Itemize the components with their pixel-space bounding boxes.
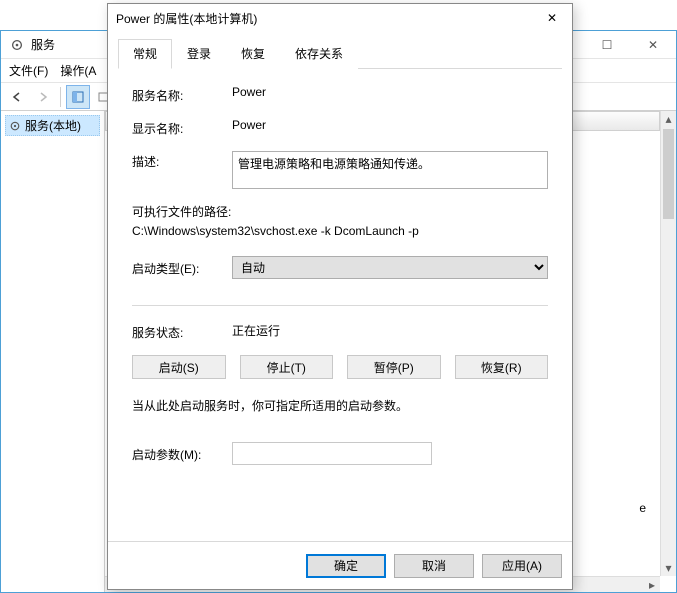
button-label: 停止(T) bbox=[267, 361, 306, 375]
tab-logon[interactable]: 登录 bbox=[172, 39, 226, 69]
window-title: 服务 bbox=[31, 36, 55, 53]
button-label: 确定 bbox=[334, 559, 358, 573]
button-label: 暂停(P) bbox=[374, 361, 414, 375]
tab-strip: 常规 登录 恢复 依存关系 bbox=[118, 38, 562, 69]
label-start-params: 启动参数(M): bbox=[132, 444, 232, 463]
label-exe-path: 可执行文件的路径: bbox=[132, 203, 548, 220]
button-label: 恢复(R) bbox=[481, 361, 522, 375]
tab-general[interactable]: 常规 bbox=[118, 39, 172, 69]
dialog-footer: 确定 取消 应用(A) bbox=[108, 541, 572, 589]
dialog-titlebar: Power 的属性(本地计算机) ✕ bbox=[108, 4, 572, 32]
resume-button: 恢复(R) bbox=[455, 355, 549, 379]
tab-label: 依存关系 bbox=[295, 47, 343, 61]
tab-label: 登录 bbox=[187, 47, 211, 61]
menu-file[interactable]: 文件(F) bbox=[9, 62, 48, 79]
vertical-scrollbar[interactable]: ▴ ▾ bbox=[660, 111, 676, 576]
pause-button: 暂停(P) bbox=[347, 355, 441, 379]
back-button[interactable] bbox=[5, 85, 29, 109]
label-description: 描述: bbox=[132, 151, 232, 170]
tab-label: 恢复 bbox=[241, 47, 265, 61]
tab-content: 服务名称: Power 显示名称: Power 描述: 管理电源策略和电源策略通… bbox=[108, 69, 572, 465]
stop-button: 停止(T) bbox=[240, 355, 334, 379]
tab-dependencies[interactable]: 依存关系 bbox=[280, 39, 358, 69]
value-service-status: 正在运行 bbox=[232, 322, 548, 339]
menu-action[interactable]: 操作(A bbox=[60, 62, 96, 79]
scroll-down-icon[interactable]: ▾ bbox=[661, 560, 676, 576]
cancel-button[interactable]: 取消 bbox=[394, 554, 474, 578]
forward-button[interactable] bbox=[31, 85, 55, 109]
button-label: 启动(S) bbox=[159, 361, 199, 375]
apply-button[interactable]: 应用(A) bbox=[482, 554, 562, 578]
separator bbox=[60, 87, 61, 107]
separator bbox=[132, 305, 548, 306]
start-button: 启动(S) bbox=[132, 355, 226, 379]
close-button[interactable]: ✕ bbox=[532, 4, 572, 32]
scroll-thumb[interactable] bbox=[663, 129, 674, 219]
gear-icon bbox=[9, 37, 25, 53]
maximize-button[interactable]: ☐ bbox=[584, 31, 630, 59]
hint-text: 当从此处启动服务时，你可指定所适用的启动参数。 bbox=[132, 397, 548, 414]
tree-node-services[interactable]: 服务(本地) bbox=[5, 115, 100, 136]
value-service-name: Power bbox=[232, 85, 548, 99]
tree-node-label: 服务(本地) bbox=[25, 117, 81, 134]
description-text: 管理电源策略和电源策略通知传递。 bbox=[238, 157, 430, 171]
properties-dialog: Power 的属性(本地计算机) ✕ 常规 登录 恢复 依存关系 服务名称: P… bbox=[107, 3, 573, 590]
gear-icon bbox=[9, 120, 21, 132]
label-service-name: 服务名称: bbox=[132, 85, 232, 104]
button-label: 取消 bbox=[422, 559, 446, 573]
description-box[interactable]: 管理电源策略和电源策略通知传递。 bbox=[232, 151, 548, 189]
startup-type-select[interactable]: 自动 bbox=[232, 256, 548, 279]
value-display-name: Power bbox=[232, 118, 548, 132]
ok-button[interactable]: 确定 bbox=[306, 554, 386, 578]
label-service-status: 服务状态: bbox=[132, 322, 232, 341]
value-exe-path: C:\Windows\system32\svchost.exe -k DcomL… bbox=[132, 224, 548, 238]
dialog-title: Power 的属性(本地计算机) bbox=[116, 10, 257, 27]
stray-text: e bbox=[639, 501, 646, 515]
tab-label: 常规 bbox=[133, 47, 157, 61]
tab-recovery[interactable]: 恢复 bbox=[226, 39, 280, 69]
start-params-input bbox=[232, 442, 432, 465]
label-display-name: 显示名称: bbox=[132, 118, 232, 137]
button-label: 应用(A) bbox=[502, 559, 542, 573]
scroll-up-icon[interactable]: ▴ bbox=[661, 111, 676, 127]
scroll-right-icon[interactable]: ▸ bbox=[644, 577, 660, 593]
label-startup-type: 启动类型(E): bbox=[132, 258, 232, 277]
close-button[interactable]: ✕ bbox=[630, 31, 676, 59]
tree-pane: 服务(本地) bbox=[1, 111, 105, 592]
toolbar-view-button[interactable] bbox=[66, 85, 90, 109]
